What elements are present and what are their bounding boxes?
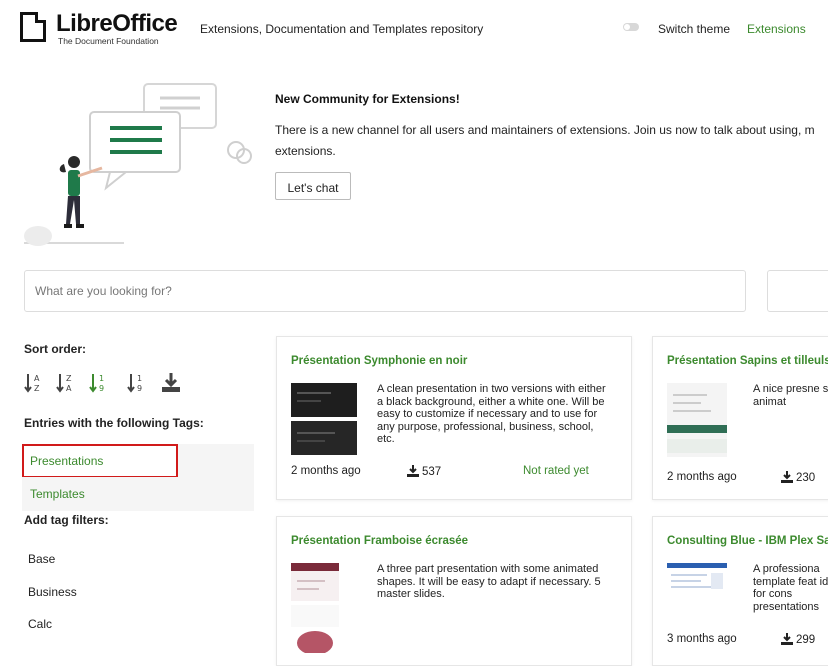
download-icon xyxy=(407,465,419,477)
sort-downloads-icon[interactable] xyxy=(160,372,182,394)
card-title[interactable]: Présentation Sapins et tilleuls xyxy=(667,355,828,367)
card-title[interactable]: Consulting Blue - IBM Plex Sa xyxy=(667,535,828,547)
filter-calc[interactable]: Calc xyxy=(28,617,52,631)
logo-icon[interactable] xyxy=(20,12,46,42)
sort-numeric-icon[interactable]: 1 9 xyxy=(127,372,149,394)
card-downloads: 299 xyxy=(781,633,815,646)
svg-text:A: A xyxy=(66,384,72,393)
logo-name-part2: Office xyxy=(112,10,178,37)
svg-text:Z: Z xyxy=(34,384,40,393)
svg-text:9: 9 xyxy=(137,384,142,393)
card-downloads-count: 299 xyxy=(796,634,816,646)
download-icon xyxy=(781,471,793,483)
card-date: 2 months ago xyxy=(291,465,361,477)
sort-alpha-asc-icon[interactable]: A Z xyxy=(24,372,46,394)
card-downloads: 230 xyxy=(781,471,815,484)
card-description: A nice presne some animat xyxy=(753,383,828,408)
extension-card[interactable]: Consulting Blue - IBM Plex Sa A professi… xyxy=(652,516,828,666)
card-date: 3 months ago xyxy=(667,633,737,645)
banner-title: New Community for Extensions! xyxy=(275,92,460,106)
banner-text: There is a new channel for all users and… xyxy=(275,120,828,162)
extension-card[interactable]: Présentation Symphonie en noir A clean p… xyxy=(276,336,632,500)
extensions-link[interactable]: Extensions xyxy=(747,22,806,36)
card-thumbnail[interactable] xyxy=(667,383,727,457)
sort-date-icon[interactable]: 1 9 xyxy=(89,372,111,394)
card-description: A professiona template feat ideal for co… xyxy=(753,563,828,613)
sort-icons: A Z Z A 1 9 1 9 xyxy=(24,372,188,396)
tag-presentations[interactable]: Presentations xyxy=(22,444,178,478)
tag-templates[interactable]: Templates xyxy=(22,477,254,511)
search-button[interactable] xyxy=(767,270,828,312)
filter-base[interactable]: Base xyxy=(28,552,55,566)
card-downloads-count: 537 xyxy=(422,466,442,478)
card-thumbnail[interactable] xyxy=(291,383,357,455)
logo-name-part1: Libre xyxy=(56,10,113,37)
logo-name[interactable]: LibreOffice xyxy=(56,10,178,38)
card-thumbnail[interactable] xyxy=(291,563,339,653)
chat-illustration xyxy=(24,83,252,246)
site-title: Extensions, Documentation and Templates … xyxy=(200,22,484,36)
card-downloads: 537 xyxy=(407,465,441,478)
card-thumbnail[interactable] xyxy=(667,563,727,603)
svg-text:A: A xyxy=(34,374,40,383)
tags-label: Entries with the following Tags: xyxy=(24,416,204,430)
card-description: A three part presentation with some anim… xyxy=(377,563,601,600)
svg-text:1: 1 xyxy=(99,374,104,383)
card-description: A clean presentation in two versions wit… xyxy=(377,383,606,445)
svg-text:9: 9 xyxy=(99,384,104,393)
filter-business[interactable]: Business xyxy=(28,585,77,599)
search-input[interactable] xyxy=(24,270,746,312)
card-title[interactable]: Présentation Symphonie en noir xyxy=(291,355,467,367)
card-date: 2 months ago xyxy=(667,471,737,483)
sort-order-label: Sort order: xyxy=(24,342,87,356)
theme-toggle[interactable] xyxy=(623,23,639,31)
card-rating: Not rated yet xyxy=(523,465,589,477)
svg-text:Z: Z xyxy=(66,374,72,383)
sort-alpha-desc-icon[interactable]: Z A xyxy=(56,372,78,394)
add-tag-filters-label: Add tag filters: xyxy=(24,513,109,527)
extension-card[interactable]: Présentation Sapins et tilleuls A nice p… xyxy=(652,336,828,500)
card-downloads-count: 230 xyxy=(796,472,816,484)
extension-card[interactable]: Présentation Framboise écrasée A three p… xyxy=(276,516,632,666)
download-icon xyxy=(781,633,793,645)
lets-chat-button[interactable]: Let's chat xyxy=(275,172,351,200)
card-title[interactable]: Présentation Framboise écrasée xyxy=(291,535,468,547)
banner-text-line2: extensions. xyxy=(275,144,336,158)
banner-text-line1: There is a new channel for all users and… xyxy=(275,123,815,137)
logo-subtitle: The Document Foundation xyxy=(58,36,159,46)
switch-theme-label[interactable]: Switch theme xyxy=(658,22,730,36)
svg-text:1: 1 xyxy=(137,374,142,383)
